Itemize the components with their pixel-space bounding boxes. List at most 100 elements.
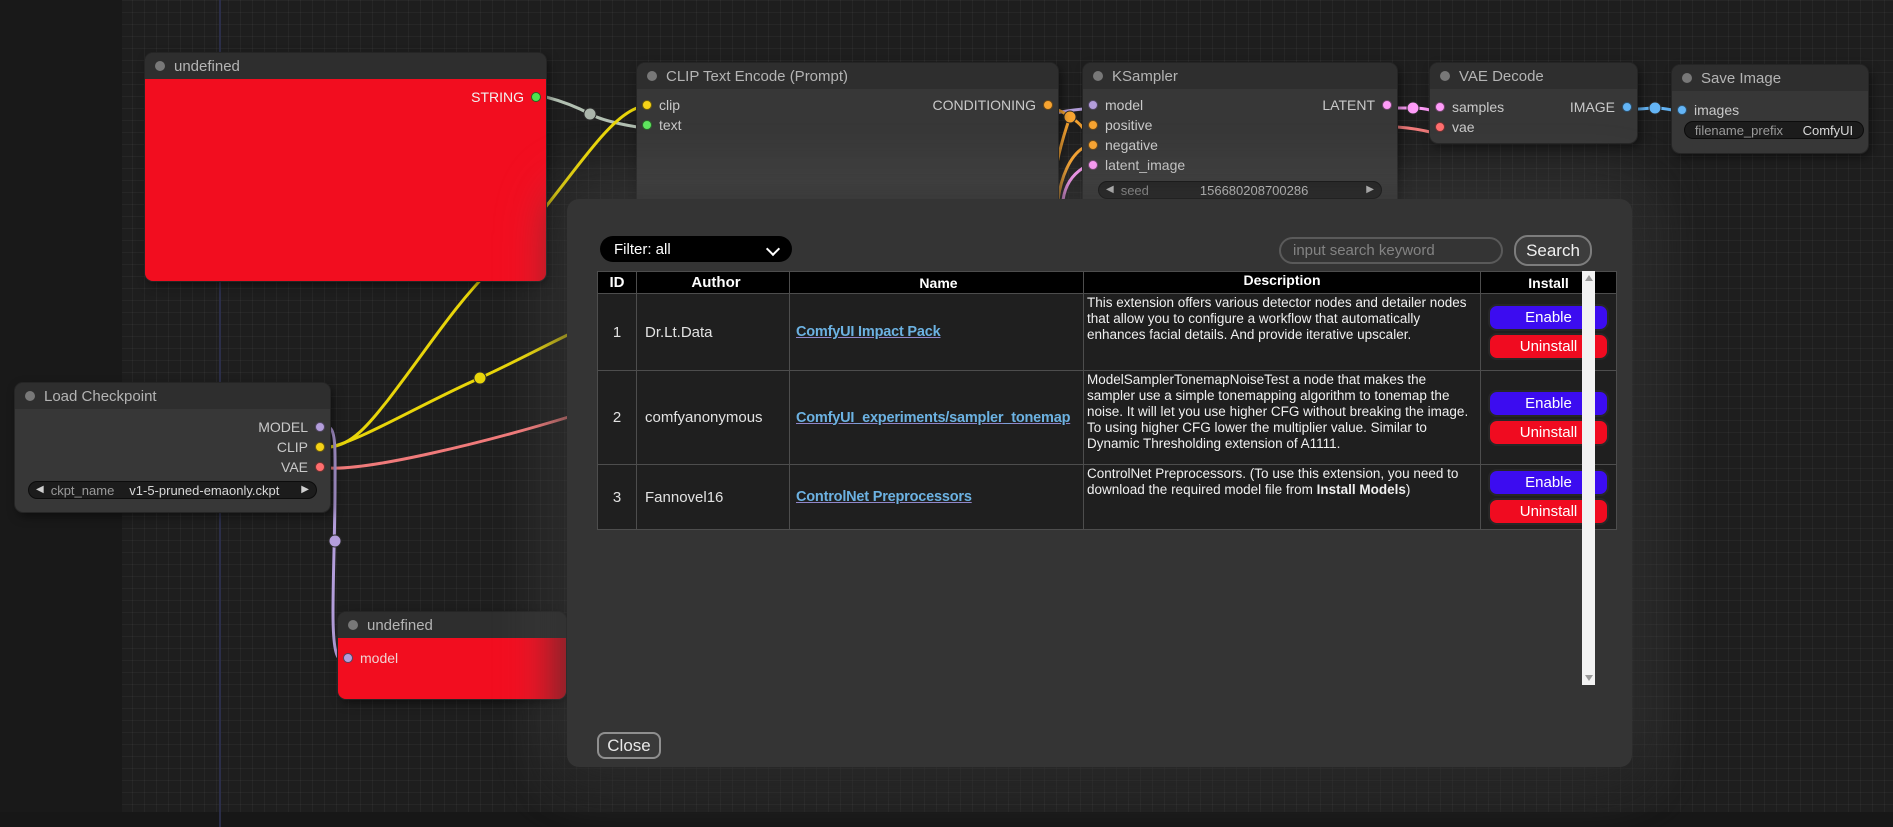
image-output-dot[interactable]: [1622, 102, 1632, 112]
extension-link[interactable]: ComfyUI_experiments/sampler_tonemap: [796, 410, 1070, 426]
reroute-dot-image[interactable]: [1649, 102, 1661, 114]
cell-id: 3: [598, 465, 637, 530]
images-input-dot[interactable]: [1677, 105, 1687, 115]
model-output-dot[interactable]: [315, 422, 325, 432]
node-title-label: Load Checkpoint: [44, 388, 157, 405]
cell-id: 1: [598, 294, 637, 371]
reroute-dot-conditioning[interactable]: [1064, 111, 1076, 123]
collapse-dot-icon[interactable]: [25, 391, 35, 401]
output-slot-conditioning: CONDITIONING: [637, 95, 1058, 115]
cell-author: Fannovel16: [637, 465, 790, 530]
reroute-dot-model[interactable]: [329, 535, 341, 547]
node-load-checkpoint[interactable]: Load Checkpoint MODEL CLIP VAE ◀ ckpt_na…: [15, 383, 330, 512]
seed-widget[interactable]: ◀ seed 156680208700286 ▶: [1098, 181, 1382, 199]
col-header-author: Author: [637, 272, 790, 294]
reroute-dot-string[interactable]: [584, 108, 596, 120]
reroute-dot-clip[interactable]: [474, 372, 486, 384]
positive-input-dot[interactable]: [1088, 120, 1098, 130]
description-text: ModelSamplerTonemapNoiseTest a node that…: [1087, 372, 1468, 451]
node-undefined-top[interactable]: undefined STRING: [145, 53, 546, 281]
node-title-bar[interactable]: undefined: [338, 612, 566, 638]
output-label: MODEL: [258, 419, 308, 435]
widget-value: 156680208700286: [1149, 183, 1359, 198]
output-slot-latent: LATENT: [1083, 95, 1397, 115]
node-body: clip text CONDITIONING: [637, 89, 1058, 210]
description-text: This extension offers various detector n…: [1087, 295, 1466, 342]
node-body: model positive negative latent_image LAT…: [1083, 89, 1397, 210]
node-graph-canvas[interactable]: undefined STRING CLIP Text Encode (Promp…: [0, 0, 1893, 827]
latent-image-input-dot[interactable]: [1088, 160, 1098, 170]
clip-output-dot[interactable]: [315, 442, 325, 452]
close-button[interactable]: Close: [597, 732, 661, 759]
col-header-name: Name: [790, 272, 1084, 294]
custom-nodes-manager-dialog: Filter: all Search ID Author Name Descri…: [567, 199, 1632, 767]
col-header-id: ID: [598, 272, 637, 294]
reroute-dot-latent[interactable]: [1407, 102, 1419, 114]
text-input-dot[interactable]: [642, 120, 652, 130]
input-label: vae: [1452, 119, 1475, 135]
filter-dropdown[interactable]: Filter: all: [600, 236, 792, 262]
node-title-label: undefined: [367, 617, 433, 634]
node-clip-text-encode[interactable]: CLIP Text Encode (Prompt) clip text COND…: [637, 63, 1058, 210]
vae-output-dot[interactable]: [315, 462, 325, 472]
conditioning-output-dot[interactable]: [1043, 100, 1053, 110]
filename-prefix-widget[interactable]: filename_prefix ComfyUI: [1684, 121, 1864, 139]
node-body: MODEL CLIP VAE ◀ ckpt_name v1-5-pruned-e…: [15, 409, 330, 512]
node-ksampler[interactable]: KSampler model positive negative latent_…: [1083, 63, 1397, 210]
cell-description: This extension offers various detector n…: [1084, 294, 1480, 344]
search-button[interactable]: Search: [1514, 235, 1592, 266]
collapse-dot-icon[interactable]: [1682, 73, 1692, 83]
negative-input-dot[interactable]: [1088, 140, 1098, 150]
input-label: positive: [1105, 117, 1152, 133]
scroll-down-arrow-icon[interactable]: [1585, 675, 1593, 681]
input-slot-latent-image: latent_image: [1083, 155, 1397, 175]
extension-link[interactable]: ControlNet Preprocessors: [796, 489, 972, 505]
output-label: STRING: [471, 89, 524, 105]
input-label: negative: [1105, 137, 1158, 153]
output-label: LATENT: [1322, 97, 1375, 113]
model-input-dot[interactable]: [343, 653, 353, 663]
input-slot-model: model: [338, 648, 566, 668]
widget-label: filename_prefix: [1695, 123, 1783, 138]
node-title-bar[interactable]: CLIP Text Encode (Prompt): [637, 63, 1058, 89]
table-row: 3 Fannovel16 ControlNet Preprocessors Co…: [598, 465, 1617, 530]
node-undefined-bottom[interactable]: undefined model: [338, 612, 566, 699]
node-save-image[interactable]: Save Image images filename_prefix ComfyU…: [1672, 65, 1868, 153]
node-title-label: KSampler: [1112, 68, 1178, 85]
input-slot-positive: positive: [1083, 115, 1397, 135]
scrollbar[interactable]: [1582, 271, 1595, 685]
node-title-label: CLIP Text Encode (Prompt): [666, 68, 848, 85]
widget-value: ComfyUI: [1803, 123, 1854, 138]
increment-arrow-icon[interactable]: ▶: [294, 481, 316, 499]
node-title-bar[interactable]: Save Image: [1672, 65, 1868, 91]
node-title-bar[interactable]: undefined: [145, 53, 546, 79]
scroll-up-arrow-icon[interactable]: [1585, 275, 1593, 281]
latent-output-dot[interactable]: [1382, 100, 1392, 110]
wire-image-to-images: [1637, 108, 1672, 110]
decrement-arrow-icon[interactable]: ◀: [29, 481, 51, 499]
collapse-dot-icon[interactable]: [1440, 71, 1450, 81]
collapse-dot-icon[interactable]: [155, 61, 165, 71]
node-title-bar[interactable]: VAE Decode: [1430, 63, 1637, 89]
string-output-dot[interactable]: [531, 92, 541, 102]
col-header-description: Description: [1084, 272, 1481, 294]
output-slot-model: MODEL: [15, 417, 330, 437]
collapse-dot-icon[interactable]: [348, 620, 358, 630]
output-slot-clip: CLIP: [15, 437, 330, 457]
node-vae-decode[interactable]: VAE Decode samples vae IMAGE: [1430, 63, 1637, 143]
wire-model-to-undefined: [330, 428, 338, 657]
ckpt-name-widget[interactable]: ◀ ckpt_name v1-5-pruned-emaonly.ckpt ▶: [28, 481, 317, 499]
wire-conditioning-positive: [1058, 110, 1083, 128]
increment-arrow-icon[interactable]: ▶: [1359, 181, 1381, 199]
vae-input-dot[interactable]: [1435, 122, 1445, 132]
extension-link[interactable]: ComfyUI Impact Pack: [796, 324, 940, 340]
search-input[interactable]: [1279, 237, 1503, 264]
cell-description: ControlNet Preprocessors. (To use this e…: [1084, 465, 1480, 499]
node-title-bar[interactable]: KSampler: [1083, 63, 1397, 89]
node-title-bar[interactable]: Load Checkpoint: [15, 383, 330, 409]
cell-install: Enable Uninstall: [1481, 294, 1617, 371]
collapse-dot-icon[interactable]: [1093, 71, 1103, 81]
collapse-dot-icon[interactable]: [647, 71, 657, 81]
widget-label: ckpt_name: [51, 483, 115, 498]
decrement-arrow-icon[interactable]: ◀: [1099, 181, 1121, 199]
